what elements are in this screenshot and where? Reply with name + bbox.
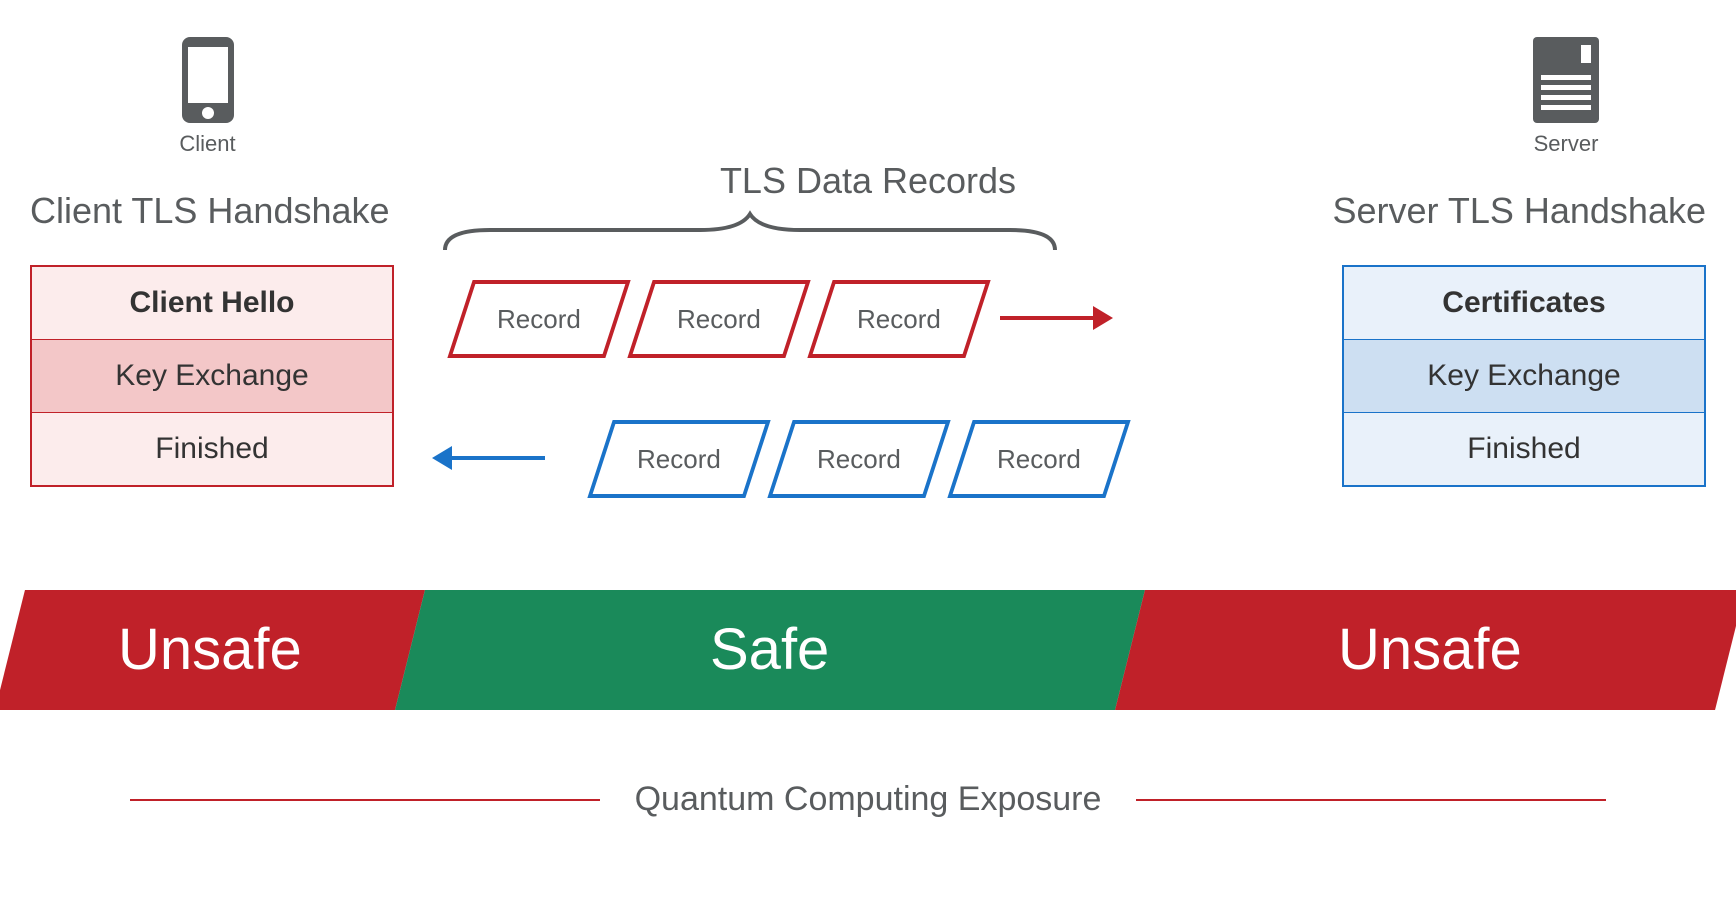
record-box: Record — [587, 420, 770, 498]
record-box: Record — [947, 420, 1130, 498]
arrow-left-icon — [450, 456, 545, 460]
client-device: Client — [175, 35, 240, 145]
exposure-caption: Quantum Computing Exposure — [30, 780, 1706, 819]
client-hello-row: Client Hello — [32, 267, 392, 339]
arrow-right-icon — [1000, 316, 1095, 320]
client-icon-label: Client — [175, 131, 240, 157]
exposure-label: Quantum Computing Exposure — [605, 780, 1132, 819]
server-finished-row: Finished — [1344, 412, 1704, 485]
record-box: Record — [767, 420, 950, 498]
safe-segment: Safe — [395, 590, 1145, 710]
tls-records-title: TLS Data Records — [0, 160, 1736, 202]
client-finished-row: Finished — [32, 412, 392, 485]
client-handshake-table: Client Hello Key Exchange Finished — [30, 265, 394, 487]
server-icon — [1531, 35, 1601, 125]
server-handshake-table: Certificates Key Exchange Finished — [1342, 265, 1706, 487]
server-certificates-row: Certificates — [1344, 267, 1704, 339]
record-box: Record — [447, 280, 630, 358]
client-key-exchange-row: Key Exchange — [32, 339, 392, 412]
unsafe-segment-right: Unsafe — [1115, 590, 1736, 710]
curly-brace-icon — [440, 210, 1060, 254]
client-to-server-records: Record Record Record — [460, 280, 1000, 360]
server-device: Server — [1526, 35, 1606, 145]
server-key-exchange-row: Key Exchange — [1344, 339, 1704, 412]
record-box: Record — [807, 280, 990, 358]
record-box: Record — [627, 280, 810, 358]
smartphone-icon — [180, 35, 236, 125]
divider-line — [1136, 799, 1606, 801]
quantum-safety-bar: Unsafe Safe Unsafe — [30, 590, 1706, 710]
divider-line — [130, 799, 600, 801]
server-to-client-records: Record Record Record — [460, 420, 1000, 500]
tls-quantum-diagram: Client Server Client TLS Handshake Serve… — [0, 0, 1736, 918]
unsafe-segment-left: Unsafe — [0, 590, 425, 710]
server-icon-label: Server — [1526, 131, 1606, 157]
